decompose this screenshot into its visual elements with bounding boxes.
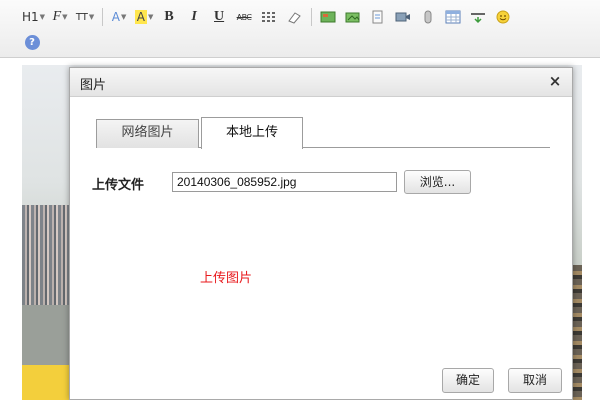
chevron-down-icon: ▼ (88, 13, 95, 21)
insert-multiple-images-button[interactable] (343, 7, 363, 27)
video-button[interactable] (393, 7, 413, 27)
images-icon (345, 12, 360, 23)
cancel-button[interactable]: 取消 (508, 368, 562, 393)
browse-button[interactable]: 浏览... (404, 170, 471, 194)
toolbar-separator (311, 8, 313, 26)
highlight-label: A (134, 10, 147, 24)
highlight-button[interactable]: A ▼ (134, 7, 154, 27)
font-color-button[interactable]: A ▼ (109, 7, 129, 27)
emoticon-button[interactable] (493, 7, 513, 27)
chevron-down-icon: ▼ (147, 13, 154, 21)
image-dialog: 图片 × 网络图片 本地上传 上传文件 20140306_085952.jpg … (69, 67, 573, 400)
eraser-icon (288, 12, 301, 24)
music-icon (424, 10, 432, 24)
smiley-icon (496, 10, 510, 24)
strikethrough-button[interactable]: ABC (234, 7, 254, 27)
toolbar-separator (102, 8, 104, 26)
insert-image-button[interactable] (318, 7, 338, 27)
file-path-field[interactable]: 20140306_085952.jpg (172, 172, 397, 192)
underline-button[interactable]: U (209, 7, 229, 27)
insert-table-button[interactable] (443, 7, 463, 27)
upload-image-link[interactable]: 上传图片 (200, 267, 252, 286)
close-icon[interactable]: × (546, 72, 564, 90)
font-size-label: TT (75, 11, 88, 23)
editor-toolbar: H1 ▼ F ▼ TT ▼ A ▼ A ▼ B I U ABC ? (0, 0, 600, 58)
tab-network-image[interactable]: 网络图片 (96, 119, 199, 148)
italic-button[interactable]: I (184, 7, 204, 27)
photo-road (22, 305, 72, 365)
dialog-title: 图片 (80, 78, 107, 93)
toolbar-row-2: ? (22, 31, 47, 53)
video-icon (395, 12, 411, 22)
attachment-icon (372, 10, 383, 24)
table-icon (445, 10, 461, 24)
toolbar-row-1: H1 ▼ F ▼ TT ▼ A ▼ A ▼ B I U ABC (22, 6, 518, 28)
table-grid-icon (262, 12, 276, 22)
eraser-button[interactable] (284, 7, 304, 27)
confirm-button[interactable]: 确定 (442, 368, 494, 393)
help-button[interactable]: ? (22, 32, 42, 52)
chevron-down-icon: ▼ (39, 13, 46, 21)
font-size-dropdown[interactable]: TT ▼ (75, 7, 95, 27)
music-button[interactable] (418, 7, 438, 27)
attachment-button[interactable] (368, 7, 388, 27)
chevron-down-icon: ▼ (120, 13, 127, 21)
chevron-down-icon: ▼ (62, 13, 68, 21)
font-color-label: A (111, 10, 120, 24)
heading-label: H1 (22, 10, 39, 24)
photo-crowd-left (22, 205, 72, 315)
upload-file-label: 上传文件 (92, 178, 145, 193)
image-icon (320, 11, 336, 23)
photo-yellow-object (22, 365, 70, 400)
table-grid-button[interactable] (259, 7, 279, 27)
dialog-tabs: 网络图片 本地上传 (96, 117, 550, 149)
tab-local-upload[interactable]: 本地上传 (201, 117, 303, 149)
horizontal-rule-button[interactable] (468, 7, 488, 27)
font-family-label: F (52, 9, 62, 24)
upload-file-row: 上传文件 20140306_085952.jpg 浏览... (92, 170, 562, 194)
help-icon: ? (24, 34, 40, 50)
bold-button[interactable]: B (159, 7, 179, 27)
font-family-dropdown[interactable]: F ▼ (50, 7, 70, 27)
heading-dropdown[interactable]: H1 ▼ (22, 7, 45, 27)
dialog-header: 图片 × (70, 68, 572, 97)
horizontal-rule-icon (471, 13, 486, 24)
